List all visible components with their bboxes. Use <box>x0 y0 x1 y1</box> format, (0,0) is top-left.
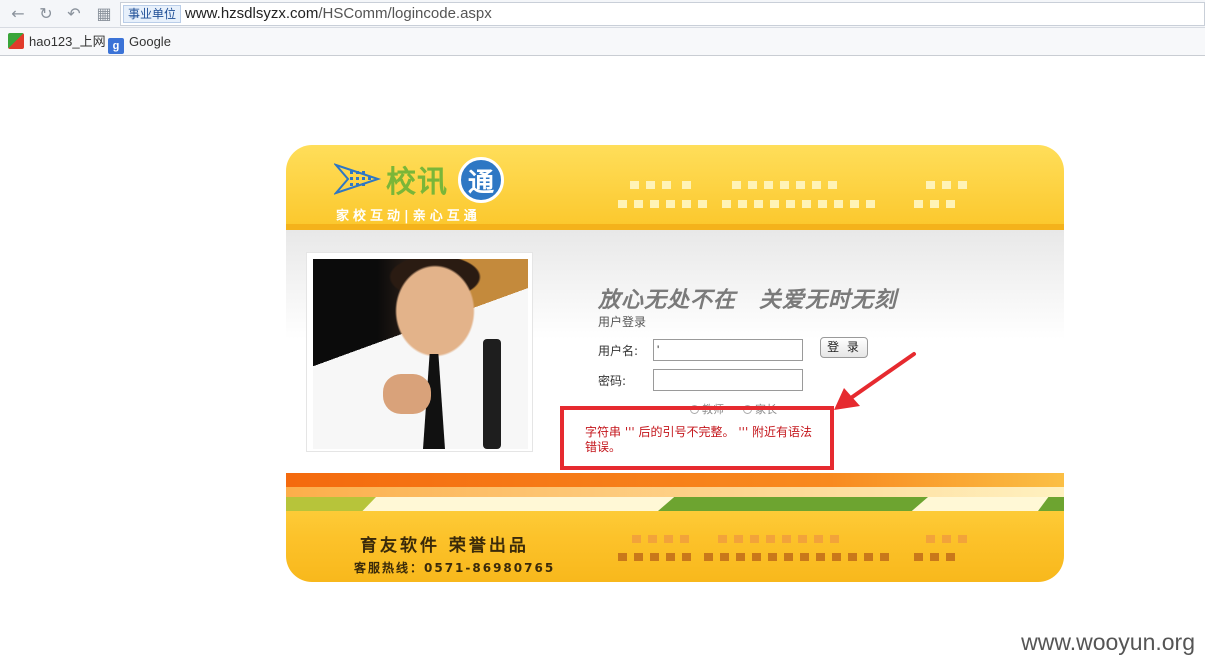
grid-icon[interactable]: ▦ <box>94 4 114 24</box>
bookmarks-bar: hao123_上网 g Google <box>0 28 1205 56</box>
logo-arrow-icon <box>334 163 382 195</box>
password-label: 密码: <box>598 374 627 388</box>
student-photo <box>313 259 528 449</box>
undo-close-icon[interactable]: ↶ <box>64 4 84 24</box>
url-text[interactable]: www.hzsdlsyzx.com/HSComm/logincode.aspx <box>185 4 492 24</box>
brand-logo-text: 校讯 <box>386 165 448 200</box>
panel-footer: 育友软件 荣誉出品 客服热线：0571-86980765 <box>286 473 1064 582</box>
photo-frame <box>306 252 533 452</box>
address-bar: ← ↻ ↶ ▦ 事业单位 www.hzsdlsyzx.com/HSComm/lo… <box>0 0 1205 28</box>
back-icon[interactable]: ← <box>8 4 28 24</box>
annotation-arrow-icon <box>834 352 916 410</box>
bookmark-hao123[interactable]: hao123_上网 <box>8 33 106 51</box>
login-title: 用户登录 <box>598 315 647 329</box>
site-type-badge: 事业单位 <box>123 5 182 23</box>
service-hotline: 客服热线：0571-86980765 <box>354 561 556 575</box>
hao123-icon <box>8 33 24 49</box>
google-icon: g <box>108 38 124 54</box>
login-panel: 校讯 通 家校互动|亲心互通 放心无处不在 关爱无时无刻 用户登录 用户名: 登… <box>286 145 1064 582</box>
main-slogan: 放心无处不在 关爱无时无刻 <box>598 288 898 313</box>
watermark: www.wooyun.org <box>1021 629 1195 655</box>
annotation-highlight-box <box>560 406 834 470</box>
url-field[interactable]: 事业单位 www.hzsdlsyzx.com/HSComm/logincode.… <box>120 2 1205 26</box>
username-label: 用户名: <box>598 344 639 358</box>
password-input[interactable] <box>653 369 803 391</box>
company-credit: 育友软件 荣誉出品 <box>360 536 529 556</box>
reload-icon[interactable]: ↻ <box>36 4 56 24</box>
panel-header: 校讯 通 家校互动|亲心互通 <box>286 145 1064 230</box>
brand-logo-circle: 通 <box>458 157 504 203</box>
username-input[interactable] <box>653 339 803 361</box>
tagline: 家校互动|亲心互通 <box>336 209 481 224</box>
bookmark-google[interactable]: g Google <box>108 33 171 54</box>
